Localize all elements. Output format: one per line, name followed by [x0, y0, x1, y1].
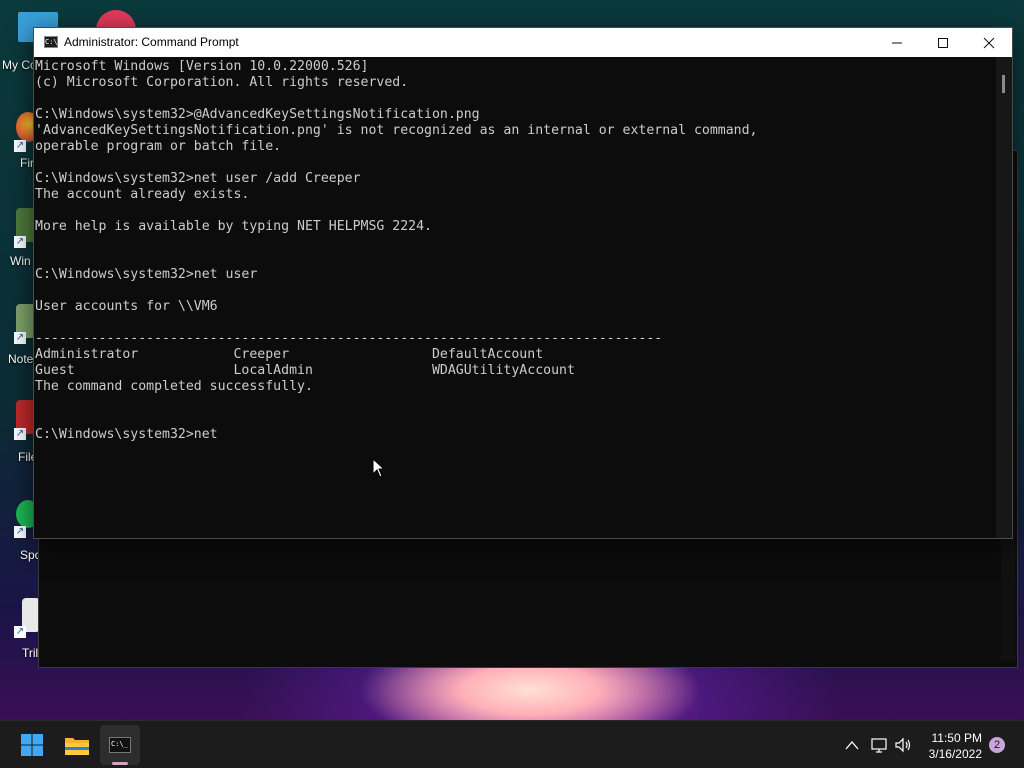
window-title: Administrator: Command Prompt	[64, 35, 239, 49]
folder-icon	[65, 738, 89, 755]
network-button[interactable]	[870, 735, 890, 755]
command-prompt-window[interactable]: C:\ Administrator: Command Prompt Micros…	[33, 27, 1013, 539]
console-line: (c) Microsoft Corporation. All rights re…	[35, 75, 409, 90]
speaker-icon	[895, 737, 911, 753]
maximize-button[interactable]	[920, 28, 966, 57]
shortcut-arrow-icon: ↗	[14, 140, 26, 152]
shortcut-arrow-icon: ↗	[14, 626, 26, 638]
console-line: C:\Windows\system32>net user	[35, 267, 258, 282]
console-line: The account already exists.	[35, 187, 250, 202]
close-icon	[983, 37, 995, 48]
scrollbar-thumb[interactable]	[1002, 75, 1005, 93]
console-line: Microsoft Windows [Version 10.0.22000.52…	[35, 59, 369, 74]
command-input-line[interactable]: C:\Windows\system32>net	[35, 427, 996, 443]
console-line: 'AdvancedKeySettingsNotification.png' is…	[35, 123, 758, 138]
maximize-icon	[938, 37, 948, 48]
volume-button[interactable]	[894, 735, 914, 755]
minimize-button[interactable]	[874, 28, 920, 57]
window-titlebar[interactable]: C:\ Administrator: Command Prompt	[34, 28, 1012, 57]
command-prompt-icon: C:\	[44, 36, 58, 48]
console-line: operable program or batch file.	[35, 139, 282, 154]
chevron-up-icon	[845, 741, 859, 750]
command-prompt-icon: C:\_	[109, 737, 131, 753]
windows-start-icon	[21, 734, 43, 756]
mouse-pointer-icon	[372, 458, 386, 478]
taskbar-file-explorer[interactable]	[57, 725, 97, 765]
shortcut-arrow-icon: ↗	[14, 428, 26, 440]
shortcut-arrow-icon: ↗	[14, 526, 26, 538]
console-line: C:\Windows\system32>@AdvancedKeySettings…	[35, 107, 480, 122]
active-app-indicator	[112, 762, 128, 765]
start-button[interactable]	[12, 725, 52, 765]
console-line: User accounts for \\VM6	[35, 299, 218, 314]
network-icon	[871, 738, 887, 753]
notification-badge[interactable]: 2	[989, 737, 1005, 753]
minimize-icon	[892, 42, 902, 43]
console-line: More help is available by typing NET HEL…	[35, 219, 432, 234]
clock-button[interactable]: 11:50 PM 3/16/2022	[929, 730, 982, 762]
shortcut-arrow-icon: ↗	[14, 332, 26, 344]
close-button[interactable]	[966, 28, 1012, 57]
shortcut-arrow-icon: ↗	[14, 236, 26, 248]
console-separator: ----------------------------------------…	[35, 331, 663, 346]
taskbar-command-prompt[interactable]: C:\_	[100, 725, 140, 765]
clock-date: 3/16/2022	[928, 747, 982, 761]
user-accounts-row: Guest LocalAdmin WDAGUtilityAccount	[35, 363, 575, 378]
taskbar: C:\_ 11:50 PM 3/16/2022 2	[0, 720, 1024, 768]
console-line: C:\Windows\system32>net user /add Creepe…	[35, 171, 361, 186]
console-scrollbar[interactable]	[996, 57, 1012, 538]
console-line: The command completed successfully.	[35, 379, 313, 394]
desktop-icon-trillian[interactable]: ↗ Trill	[0, 594, 41, 660]
show-hidden-icons-button[interactable]	[842, 735, 862, 755]
console-output[interactable]: Microsoft Windows [Version 10.0.22000.52…	[34, 57, 996, 538]
user-accounts-row: Administrator Creeper DefaultAccount	[35, 347, 544, 362]
clock-time: 11:50 PM	[931, 731, 982, 745]
